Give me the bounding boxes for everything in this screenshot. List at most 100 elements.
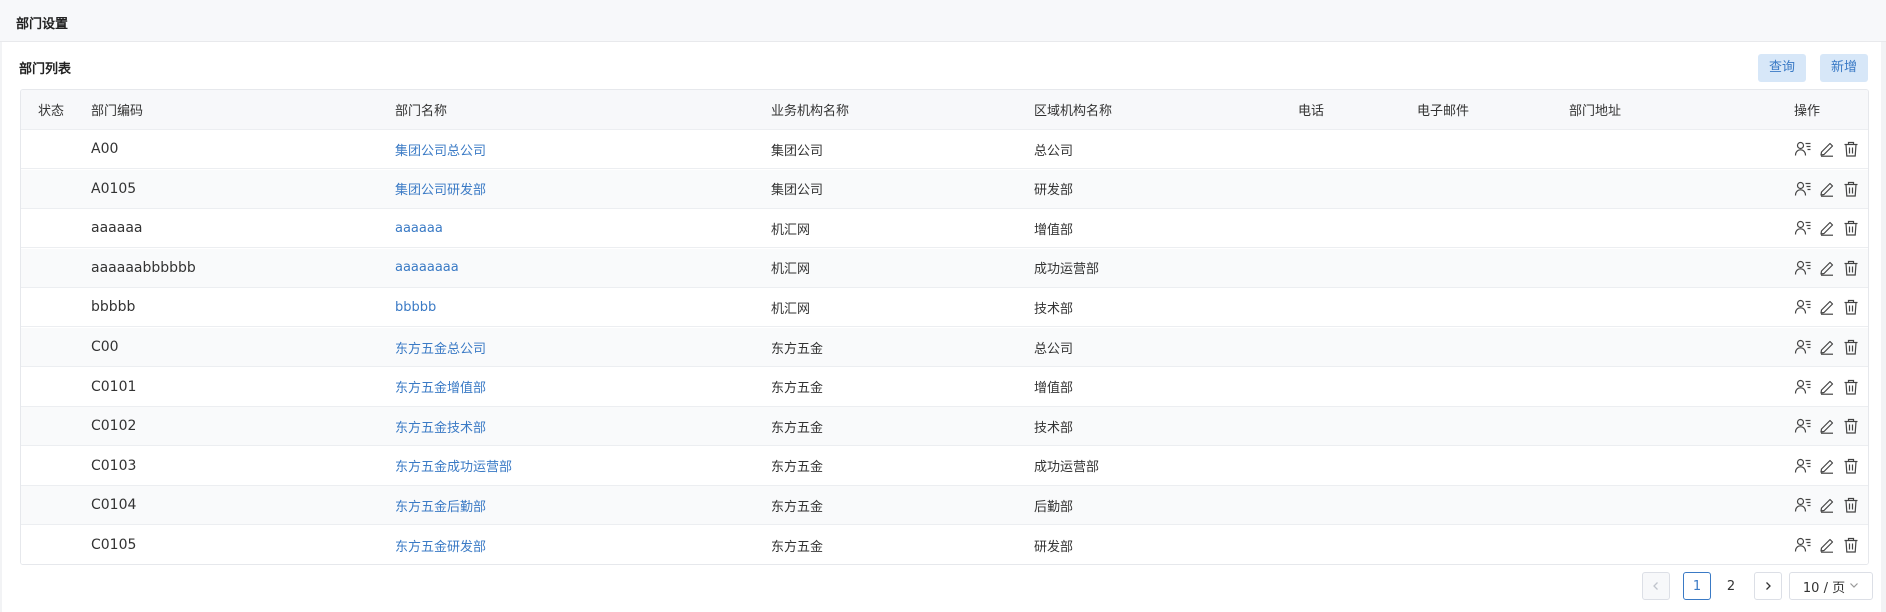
trash-icon[interactable] bbox=[1842, 338, 1860, 356]
cell-code: C0104 bbox=[91, 497, 137, 514]
cell-name-link[interactable]: 集团公司研发部 bbox=[395, 170, 486, 208]
cell-name-link[interactable]: 东方五金后勤部 bbox=[395, 486, 486, 524]
edit-icon[interactable] bbox=[1818, 457, 1836, 475]
cell-name-link[interactable]: 集团公司总公司 bbox=[395, 130, 486, 168]
trash-icon[interactable] bbox=[1842, 536, 1860, 554]
column-header-phone[interactable]: 电话 bbox=[1298, 90, 1324, 129]
trash-icon[interactable] bbox=[1842, 219, 1860, 237]
row-actions bbox=[1794, 526, 1860, 564]
user-list-icon[interactable] bbox=[1794, 259, 1812, 277]
cell-code: C0101 bbox=[91, 378, 137, 395]
cell-biz-org: 东方五金 bbox=[771, 420, 824, 436]
row-actions bbox=[1794, 447, 1860, 485]
row-actions bbox=[1794, 249, 1860, 287]
user-list-icon[interactable] bbox=[1794, 378, 1812, 396]
panel-title: 部门列表 bbox=[19, 62, 72, 77]
cell-name-link[interactable]: bbbbb bbox=[395, 288, 436, 326]
cell-name-link[interactable]: 东方五金总公司 bbox=[395, 328, 486, 366]
cell-code: aaaaaa bbox=[91, 220, 143, 237]
user-list-icon[interactable] bbox=[1794, 338, 1812, 356]
column-header-biz-org[interactable]: 业务机构名称 bbox=[771, 90, 849, 129]
edit-icon[interactable] bbox=[1818, 378, 1836, 396]
cell-biz-org: 集团公司 bbox=[771, 143, 824, 159]
cell-name-link[interactable]: aaaaaaaa bbox=[395, 249, 459, 287]
edit-icon[interactable] bbox=[1818, 338, 1836, 356]
edit-icon[interactable] bbox=[1818, 259, 1836, 277]
cell-area-org: 成功运营部 bbox=[1034, 460, 1100, 476]
cell-code: C00 bbox=[91, 339, 119, 355]
column-header-code[interactable]: 部门编码 bbox=[91, 90, 143, 129]
edit-icon[interactable] bbox=[1818, 417, 1836, 435]
trash-icon[interactable] bbox=[1842, 417, 1860, 435]
trash-icon[interactable] bbox=[1842, 496, 1860, 514]
trash-icon[interactable] bbox=[1842, 140, 1860, 158]
column-header-email[interactable]: 电子邮件 bbox=[1417, 90, 1469, 129]
page-size-label: 10 / 页 bbox=[1802, 580, 1846, 596]
chevron-down-icon bbox=[1849, 580, 1859, 593]
cell-code: aaaaaabbbbbb bbox=[91, 259, 196, 276]
chevron-right-icon[interactable] bbox=[1754, 572, 1782, 600]
row-actions bbox=[1794, 407, 1860, 445]
column-header-area-org[interactable]: 区域机构名称 bbox=[1034, 90, 1112, 129]
department-table: 状态 部门编码 部门名称 业务机构名称 区域机构名称 电话 电子邮件 部门地址 … bbox=[20, 89, 1869, 565]
add-button[interactable]: 新增 bbox=[1820, 54, 1868, 82]
cell-area-org: 总公司 bbox=[1034, 143, 1074, 159]
table-row: aaaaaabbbbbb aaaaaaaa 机汇网 成功运营部 bbox=[21, 248, 1868, 288]
user-list-icon[interactable] bbox=[1794, 298, 1812, 316]
column-header-address[interactable]: 部门地址 bbox=[1569, 90, 1621, 129]
page-button-2[interactable]: 2 bbox=[1717, 572, 1745, 600]
table-row: C0105 东方五金研发部 东方五金 研发部 bbox=[21, 526, 1868, 564]
table-row: C0104 东方五金后勤部 东方五金 后勤部 bbox=[21, 486, 1868, 526]
table-row: C00 东方五金总公司 东方五金 总公司 bbox=[21, 328, 1868, 367]
cell-biz-org: 机汇网 bbox=[771, 301, 811, 317]
trash-icon[interactable] bbox=[1842, 259, 1860, 277]
row-actions bbox=[1794, 328, 1860, 366]
user-list-icon[interactable] bbox=[1794, 219, 1812, 237]
column-header-status[interactable]: 状态 bbox=[38, 90, 64, 129]
table-row: bbbbb bbbbb 机汇网 技术部 bbox=[21, 288, 1868, 328]
page-title: 部门设置 bbox=[16, 17, 69, 32]
edit-icon[interactable] bbox=[1818, 298, 1836, 316]
table-row: A0105 集团公司研发部 集团公司 研发部 bbox=[21, 169, 1868, 209]
user-list-icon[interactable] bbox=[1794, 536, 1812, 554]
edit-icon[interactable] bbox=[1818, 140, 1836, 158]
trash-icon[interactable] bbox=[1842, 298, 1860, 316]
row-actions bbox=[1794, 288, 1860, 326]
edit-icon[interactable] bbox=[1818, 180, 1836, 198]
query-button[interactable]: 查询 bbox=[1758, 54, 1806, 82]
user-list-icon[interactable] bbox=[1794, 140, 1812, 158]
cell-area-org: 后勤部 bbox=[1034, 499, 1074, 515]
edit-icon[interactable] bbox=[1818, 219, 1836, 237]
edit-icon[interactable] bbox=[1818, 496, 1836, 514]
cell-name-link[interactable]: 东方五金技术部 bbox=[395, 407, 486, 445]
trash-icon[interactable] bbox=[1842, 180, 1860, 198]
cell-biz-org: 东方五金 bbox=[771, 381, 824, 397]
cell-biz-org: 东方五金 bbox=[771, 460, 824, 476]
cell-area-org: 增值部 bbox=[1034, 381, 1074, 397]
column-header-actions: 操作 bbox=[1794, 104, 1821, 119]
cell-name-link[interactable]: 东方五金研发部 bbox=[395, 526, 486, 564]
column-header-name[interactable]: 部门名称 bbox=[395, 90, 447, 129]
cell-area-org: 总公司 bbox=[1034, 341, 1074, 357]
chevron-left-icon[interactable] bbox=[1642, 572, 1670, 600]
cell-name-link[interactable]: aaaaaa bbox=[395, 209, 443, 247]
cell-area-org: 增值部 bbox=[1034, 222, 1074, 238]
edit-icon[interactable] bbox=[1818, 536, 1836, 554]
page-button-1[interactable]: 1 bbox=[1683, 572, 1711, 600]
row-actions bbox=[1794, 209, 1860, 247]
page-header: 部门设置 bbox=[0, 0, 1886, 42]
cell-code: A00 bbox=[91, 141, 119, 157]
cell-name-link[interactable]: 东方五金成功运营部 bbox=[395, 447, 512, 485]
user-list-icon[interactable] bbox=[1794, 180, 1812, 198]
table-row: C0103 东方五金成功运营部 东方五金 成功运营部 bbox=[21, 446, 1868, 486]
trash-icon[interactable] bbox=[1842, 457, 1860, 475]
department-panel: 部门列表 查询 新增 状态 部门编码 部门名称 业务机构名称 区域机构名称 电话… bbox=[2, 42, 1881, 612]
trash-icon[interactable] bbox=[1842, 378, 1860, 396]
cell-code: C0105 bbox=[91, 537, 137, 553]
user-list-icon[interactable] bbox=[1794, 457, 1812, 475]
page-size-select[interactable]: 10 / 页 bbox=[1789, 572, 1873, 600]
cell-name-link[interactable]: 东方五金增值部 bbox=[395, 368, 486, 406]
user-list-icon[interactable] bbox=[1794, 417, 1812, 435]
cell-code: C0103 bbox=[91, 457, 137, 474]
user-list-icon[interactable] bbox=[1794, 496, 1812, 514]
